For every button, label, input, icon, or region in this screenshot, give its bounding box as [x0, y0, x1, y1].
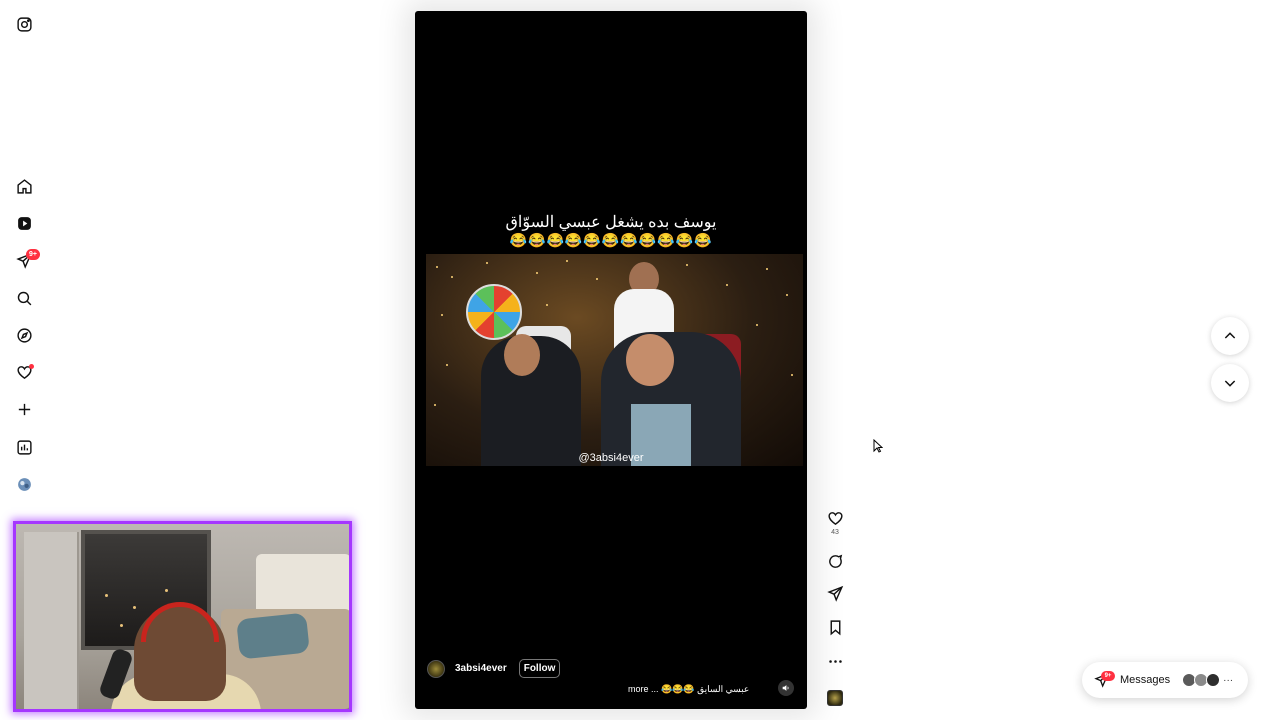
chevron-down-icon: [1224, 380, 1236, 387]
instagram-logo-icon[interactable]: [13, 13, 35, 35]
reel-caption[interactable]: عبسي السايق 😂😂😂 ... more: [628, 684, 756, 695]
mouse-cursor-icon: [873, 438, 884, 458]
like-count: 43: [831, 529, 839, 536]
author-avatar[interactable]: [427, 659, 445, 678]
reels-icon[interactable]: [13, 212, 35, 234]
chevron-up-icon: [1224, 332, 1236, 339]
author-username[interactable]: 3absi4ever: [455, 663, 507, 674]
profile-avatar-icon[interactable]: [13, 473, 35, 495]
message-avatars: [1182, 673, 1221, 687]
ellipsis-icon: [828, 660, 842, 663]
explore-icon[interactable]: [13, 324, 35, 346]
reel-video[interactable]: يوسف بده يشغل عبسي السوّاق 😂😂😂😂😂😂😂😂😂😂😂 @…: [415, 11, 807, 709]
notifications-dot: [29, 364, 34, 369]
comment-button[interactable]: [825, 553, 845, 570]
reel-overlay-title: يوسف بده يشغل عبسي السوّاق: [505, 214, 717, 231]
send-icon: [826, 585, 843, 602]
heart-icon: [827, 512, 843, 526]
follow-button[interactable]: Follow: [518, 659, 561, 678]
messages-pill[interactable]: 9+ Messages ···: [1082, 662, 1248, 698]
like-button[interactable]: 43: [825, 510, 845, 536]
audio-thumbnail[interactable]: [827, 690, 843, 706]
volume-icon[interactable]: [778, 680, 794, 696]
create-plus-icon[interactable]: [13, 398, 35, 420]
avatar: [1206, 673, 1221, 687]
messages-more: ···: [1223, 674, 1234, 686]
more-options-button[interactable]: [825, 653, 845, 670]
bookmark-icon: [830, 620, 840, 636]
reel-author: 3absi4ever Follow: [427, 659, 561, 678]
search-icon[interactable]: [13, 287, 35, 309]
dashboard-icon[interactable]: [13, 436, 35, 458]
messages-label: Messages: [1120, 674, 1171, 686]
messages-badge: 9+: [26, 249, 40, 260]
reel-watermark: @3absi4ever: [578, 452, 644, 464]
save-button[interactable]: [825, 619, 845, 636]
share-button[interactable]: [825, 585, 845, 602]
reel-overlay-emojis: 😂😂😂😂😂😂😂😂😂😂😂: [509, 232, 713, 248]
previous-reel-button[interactable]: [1211, 317, 1249, 355]
next-reel-button[interactable]: [1211, 364, 1249, 402]
webcam-overlay: [13, 521, 352, 712]
home-icon[interactable]: [13, 175, 35, 197]
reel-video-frame: [426, 254, 803, 466]
messages-pill-badge: 9+: [1101, 671, 1115, 681]
comment-icon: [828, 554, 842, 568]
